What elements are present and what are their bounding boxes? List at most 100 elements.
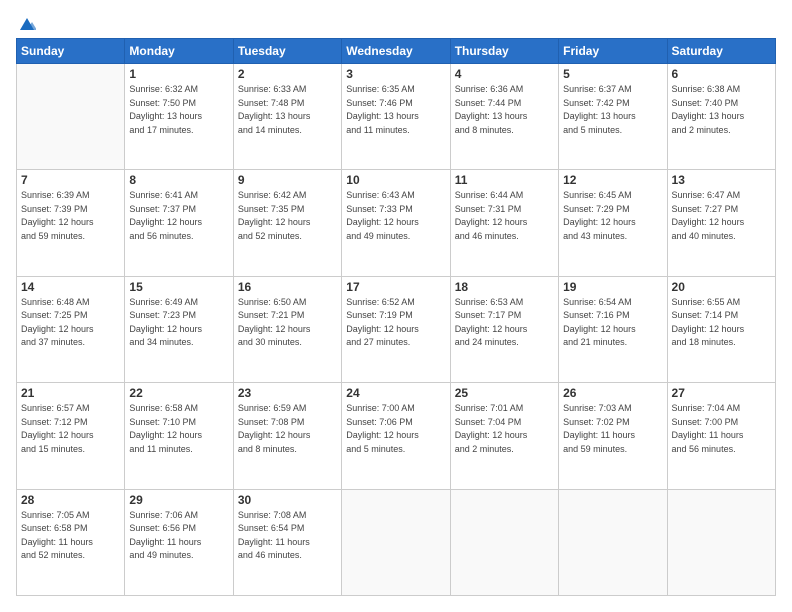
calendar-cell: 25Sunrise: 7:01 AM Sunset: 7:04 PM Dayli…	[450, 383, 558, 489]
calendar-cell: 13 Sunrise: 6:47 AM Sunset: 7:27 PM Dayli…	[667, 170, 775, 276]
calendar-cell	[667, 489, 775, 595]
day-detail: Sunrise: 6:50 AM Sunset: 7:21 PM Dayligh…	[238, 296, 337, 350]
day-detail: Sunrise: 6:41 AM Sunset: 7:37 PM Dayligh…	[129, 189, 228, 243]
calendar-cell: 20Sunrise: 6:55 AM Sunset: 7:14 PM Dayli…	[667, 276, 775, 382]
day-detail: Sunrise: 6:58 AM Sunset: 7:10 PM Dayligh…	[129, 402, 228, 456]
day-detail: Sunrise: 6:42 AM Sunset: 7:35 PM Dayligh…	[238, 189, 337, 243]
day-number: 13	[672, 173, 771, 187]
calendar-cell: 1 Sunrise: 6:32 AM Sunset: 7:50 PM Daylig…	[125, 64, 233, 170]
page: SundayMondayTuesdayWednesdayThursdayFrid…	[0, 0, 792, 612]
day-number: 6	[672, 67, 771, 81]
day-number: 26	[563, 386, 662, 400]
calendar-cell: 23 Sunrise: 6:59 AM Sunset: 7:08 PM Dayli…	[233, 383, 341, 489]
calendar-cell: 26 Sunrise: 7:03 AM Sunset: 7:02 PM Dayli…	[559, 383, 667, 489]
calendar-cell: 18 Sunrise: 6:53 AM Sunset: 7:17 PM Dayli…	[450, 276, 558, 382]
day-number: 27	[672, 386, 771, 400]
calendar-cell: 6 Sunrise: 6:38 AM Sunset: 7:40 PM Daylig…	[667, 64, 775, 170]
day-detail: Sunrise: 7:00 AM Sunset: 7:06 PM Dayligh…	[346, 402, 445, 456]
day-detail: Sunrise: 6:48 AM Sunset: 7:25 PM Dayligh…	[21, 296, 120, 350]
calendar-cell: 27 Sunrise: 7:04 AM Sunset: 7:00 PM Dayli…	[667, 383, 775, 489]
day-number: 18	[455, 280, 554, 294]
day-detail: Sunrise: 6:55 AM Sunset: 7:14 PM Dayligh…	[672, 296, 771, 350]
calendar-table: SundayMondayTuesdayWednesdayThursdayFrid…	[16, 38, 776, 596]
calendar-cell: 3 Sunrise: 6:35 AM Sunset: 7:46 PM Daylig…	[342, 64, 450, 170]
day-detail: Sunrise: 6:32 AM Sunset: 7:50 PM Dayligh…	[129, 83, 228, 137]
day-detail: Sunrise: 6:39 AM Sunset: 7:39 PM Dayligh…	[21, 189, 120, 243]
calendar-cell: 12 Sunrise: 6:45 AM Sunset: 7:29 PM Dayli…	[559, 170, 667, 276]
calendar-header-monday: Monday	[125, 39, 233, 64]
day-detail: Sunrise: 6:36 AM Sunset: 7:44 PM Dayligh…	[455, 83, 554, 137]
day-number: 14	[21, 280, 120, 294]
day-detail: Sunrise: 6:54 AM Sunset: 7:16 PM Dayligh…	[563, 296, 662, 350]
day-number: 24	[346, 386, 445, 400]
day-detail: Sunrise: 7:06 AM Sunset: 6:56 PM Dayligh…	[129, 509, 228, 563]
calendar-week-row: 21Sunrise: 6:57 AM Sunset: 7:12 PM Dayli…	[17, 383, 776, 489]
day-number: 1	[129, 67, 228, 81]
calendar-cell	[450, 489, 558, 595]
day-detail: Sunrise: 6:53 AM Sunset: 7:17 PM Dayligh…	[455, 296, 554, 350]
calendar-week-row: 28 Sunrise: 7:05 AM Sunset: 6:58 PM Dayli…	[17, 489, 776, 595]
day-detail: Sunrise: 7:05 AM Sunset: 6:58 PM Dayligh…	[21, 509, 120, 563]
calendar-cell: 17 Sunrise: 6:52 AM Sunset: 7:19 PM Dayli…	[342, 276, 450, 382]
day-number: 5	[563, 67, 662, 81]
day-detail: Sunrise: 7:01 AM Sunset: 7:04 PM Dayligh…	[455, 402, 554, 456]
calendar-cell: 10Sunrise: 6:43 AM Sunset: 7:33 PM Dayli…	[342, 170, 450, 276]
calendar-cell: 21Sunrise: 6:57 AM Sunset: 7:12 PM Dayli…	[17, 383, 125, 489]
logo-icon	[18, 16, 36, 32]
calendar-cell	[559, 489, 667, 595]
day-number: 12	[563, 173, 662, 187]
calendar-cell: 29 Sunrise: 7:06 AM Sunset: 6:56 PM Dayli…	[125, 489, 233, 595]
day-number: 3	[346, 67, 445, 81]
calendar-cell: 19 Sunrise: 6:54 AM Sunset: 7:16 PM Dayli…	[559, 276, 667, 382]
day-detail: Sunrise: 6:35 AM Sunset: 7:46 PM Dayligh…	[346, 83, 445, 137]
calendar-cell: 16 Sunrise: 6:50 AM Sunset: 7:21 PM Dayli…	[233, 276, 341, 382]
day-detail: Sunrise: 6:57 AM Sunset: 7:12 PM Dayligh…	[21, 402, 120, 456]
calendar-cell	[342, 489, 450, 595]
day-number: 29	[129, 493, 228, 507]
calendar-week-row: 1 Sunrise: 6:32 AM Sunset: 7:50 PM Daylig…	[17, 64, 776, 170]
calendar-cell: 7 Sunrise: 6:39 AM Sunset: 7:39 PM Daylig…	[17, 170, 125, 276]
calendar-cell: 24 Sunrise: 7:00 AM Sunset: 7:06 PM Dayli…	[342, 383, 450, 489]
day-number: 22	[129, 386, 228, 400]
day-number: 28	[21, 493, 120, 507]
calendar-header-tuesday: Tuesday	[233, 39, 341, 64]
day-number: 8	[129, 173, 228, 187]
calendar-week-row: 7 Sunrise: 6:39 AM Sunset: 7:39 PM Daylig…	[17, 170, 776, 276]
day-number: 15	[129, 280, 228, 294]
day-detail: Sunrise: 6:38 AM Sunset: 7:40 PM Dayligh…	[672, 83, 771, 137]
day-number: 16	[238, 280, 337, 294]
calendar-cell	[17, 64, 125, 170]
calendar-cell: 9 Sunrise: 6:42 AM Sunset: 7:35 PM Daylig…	[233, 170, 341, 276]
calendar-cell: 14 Sunrise: 6:48 AM Sunset: 7:25 PM Dayli…	[17, 276, 125, 382]
logo	[16, 16, 38, 28]
day-number: 23	[238, 386, 337, 400]
day-number: 2	[238, 67, 337, 81]
day-number: 9	[238, 173, 337, 187]
day-number: 17	[346, 280, 445, 294]
day-number: 7	[21, 173, 120, 187]
day-number: 11	[455, 173, 554, 187]
day-detail: Sunrise: 7:03 AM Sunset: 7:02 PM Dayligh…	[563, 402, 662, 456]
day-number: 19	[563, 280, 662, 294]
day-detail: Sunrise: 6:43 AM Sunset: 7:33 PM Dayligh…	[346, 189, 445, 243]
day-detail: Sunrise: 6:33 AM Sunset: 7:48 PM Dayligh…	[238, 83, 337, 137]
calendar-cell: 2 Sunrise: 6:33 AM Sunset: 7:48 PM Daylig…	[233, 64, 341, 170]
calendar-header-saturday: Saturday	[667, 39, 775, 64]
calendar-header-friday: Friday	[559, 39, 667, 64]
day-number: 30	[238, 493, 337, 507]
calendar-cell: 11 Sunrise: 6:44 AM Sunset: 7:31 PM Dayli…	[450, 170, 558, 276]
calendar-cell: 5Sunrise: 6:37 AM Sunset: 7:42 PM Daylig…	[559, 64, 667, 170]
day-detail: Sunrise: 6:52 AM Sunset: 7:19 PM Dayligh…	[346, 296, 445, 350]
day-detail: Sunrise: 7:04 AM Sunset: 7:00 PM Dayligh…	[672, 402, 771, 456]
day-detail: Sunrise: 7:08 AM Sunset: 6:54 PM Dayligh…	[238, 509, 337, 563]
calendar-cell: 28 Sunrise: 7:05 AM Sunset: 6:58 PM Dayli…	[17, 489, 125, 595]
calendar-cell: 22 Sunrise: 6:58 AM Sunset: 7:10 PM Dayli…	[125, 383, 233, 489]
day-detail: Sunrise: 6:47 AM Sunset: 7:27 PM Dayligh…	[672, 189, 771, 243]
calendar-cell: 4 Sunrise: 6:36 AM Sunset: 7:44 PM Daylig…	[450, 64, 558, 170]
day-detail: Sunrise: 6:45 AM Sunset: 7:29 PM Dayligh…	[563, 189, 662, 243]
day-number: 4	[455, 67, 554, 81]
calendar-header-row: SundayMondayTuesdayWednesdayThursdayFrid…	[17, 39, 776, 64]
calendar-header-wednesday: Wednesday	[342, 39, 450, 64]
day-detail: Sunrise: 6:44 AM Sunset: 7:31 PM Dayligh…	[455, 189, 554, 243]
day-detail: Sunrise: 6:59 AM Sunset: 7:08 PM Dayligh…	[238, 402, 337, 456]
